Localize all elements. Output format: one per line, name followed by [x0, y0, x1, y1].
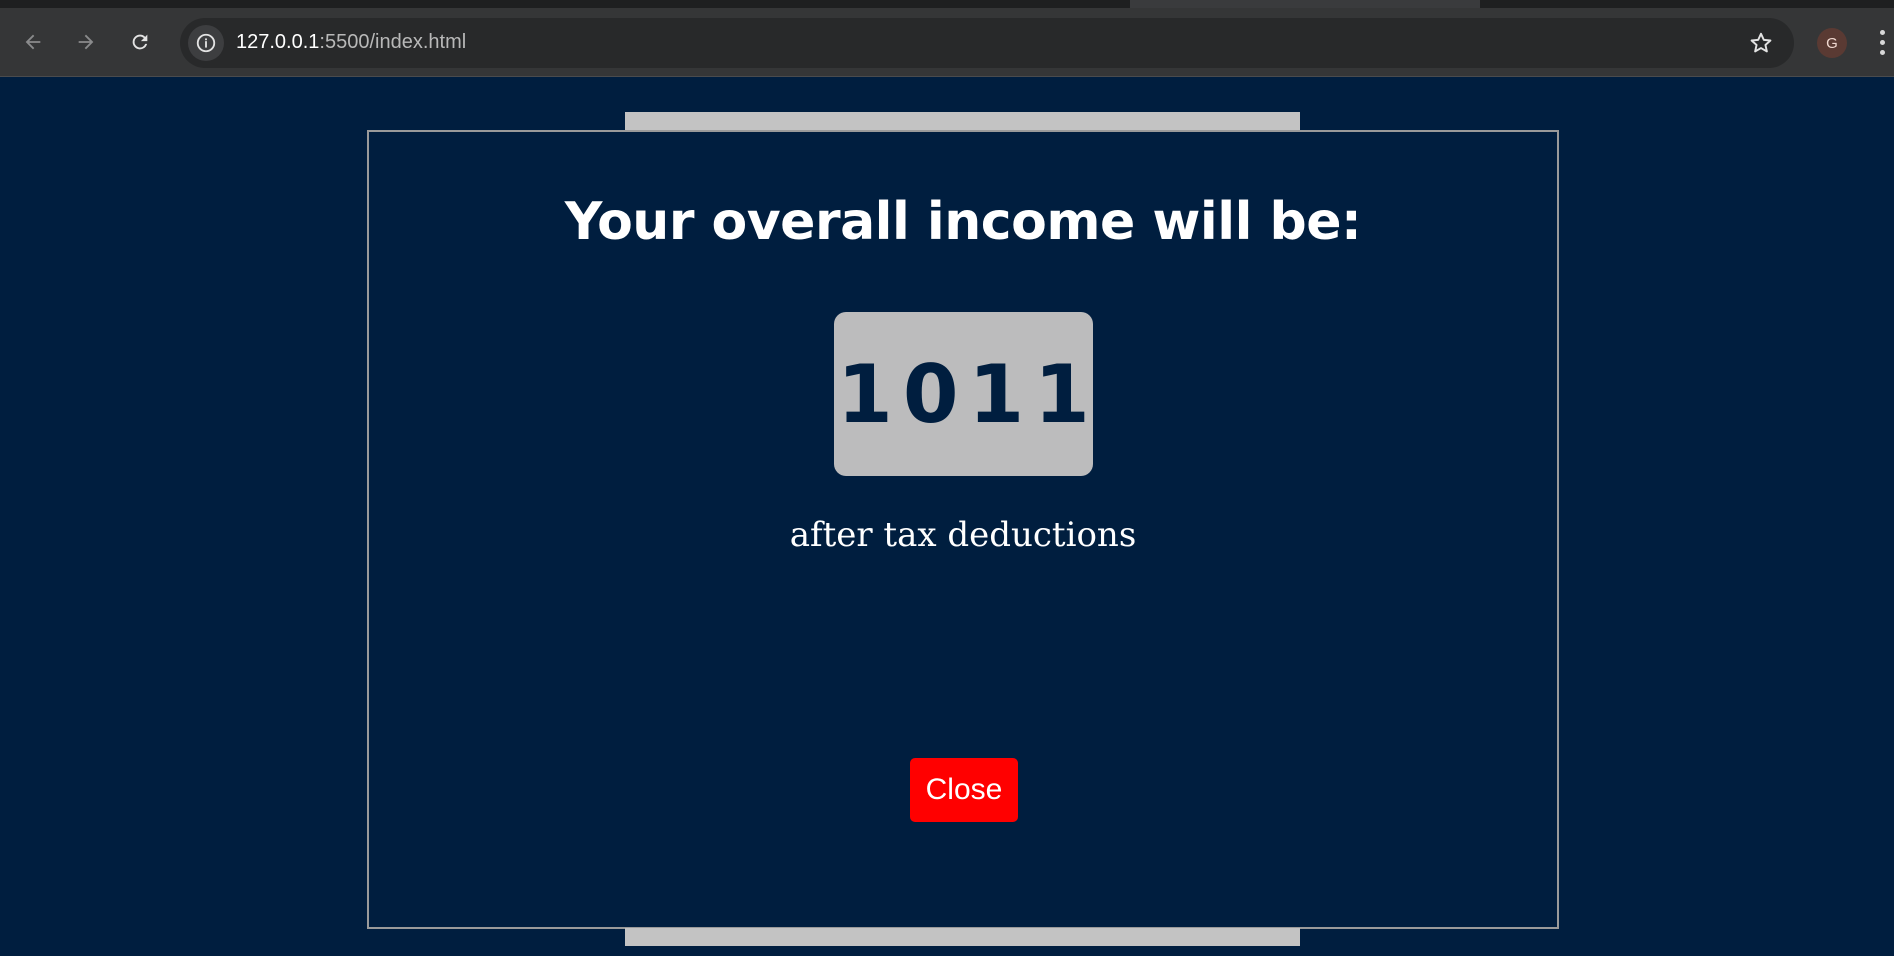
income-result-modal: Your overall income will be: 1011 after … [367, 130, 1559, 929]
reload-button[interactable] [122, 24, 158, 60]
address-bar[interactable]: 127.0.0.1:5500/index.html [180, 18, 1794, 68]
browser-toolbar: 127.0.0.1:5500/index.html G [0, 8, 1894, 77]
reload-icon [132, 34, 148, 50]
profile-avatar[interactable]: G [1817, 28, 1847, 58]
url-path: :5500/index.html [319, 31, 467, 53]
url-host: 127.0.0.1 [236, 31, 320, 53]
forward-arrow-icon [78, 34, 94, 50]
page-viewport: Your overall income will be: 1011 after … [0, 78, 1894, 956]
browser-tab-strip [0, 0, 1894, 8]
back-button[interactable] [15, 24, 51, 60]
forward-button[interactable] [68, 24, 104, 60]
close-button[interactable]: Close [910, 758, 1018, 822]
bookmark-star-icon[interactable] [1748, 30, 1774, 56]
income-result-value: 1011 [837, 347, 1100, 441]
modal-title: Your overall income will be: [564, 192, 1362, 252]
browser-tab[interactable] [1130, 0, 1480, 8]
modal-top-bar [625, 112, 1300, 130]
income-result-box: 1011 [834, 312, 1093, 476]
site-info-button[interactable] [188, 25, 224, 61]
url-text[interactable]: 127.0.0.1:5500/index.html [236, 31, 466, 54]
back-arrow-icon [25, 34, 41, 50]
site-info-icon [196, 33, 216, 53]
modal-bottom-bar [625, 928, 1300, 946]
kebab-menu-icon[interactable] [1878, 30, 1888, 62]
result-caption: after tax deductions [789, 515, 1137, 555]
